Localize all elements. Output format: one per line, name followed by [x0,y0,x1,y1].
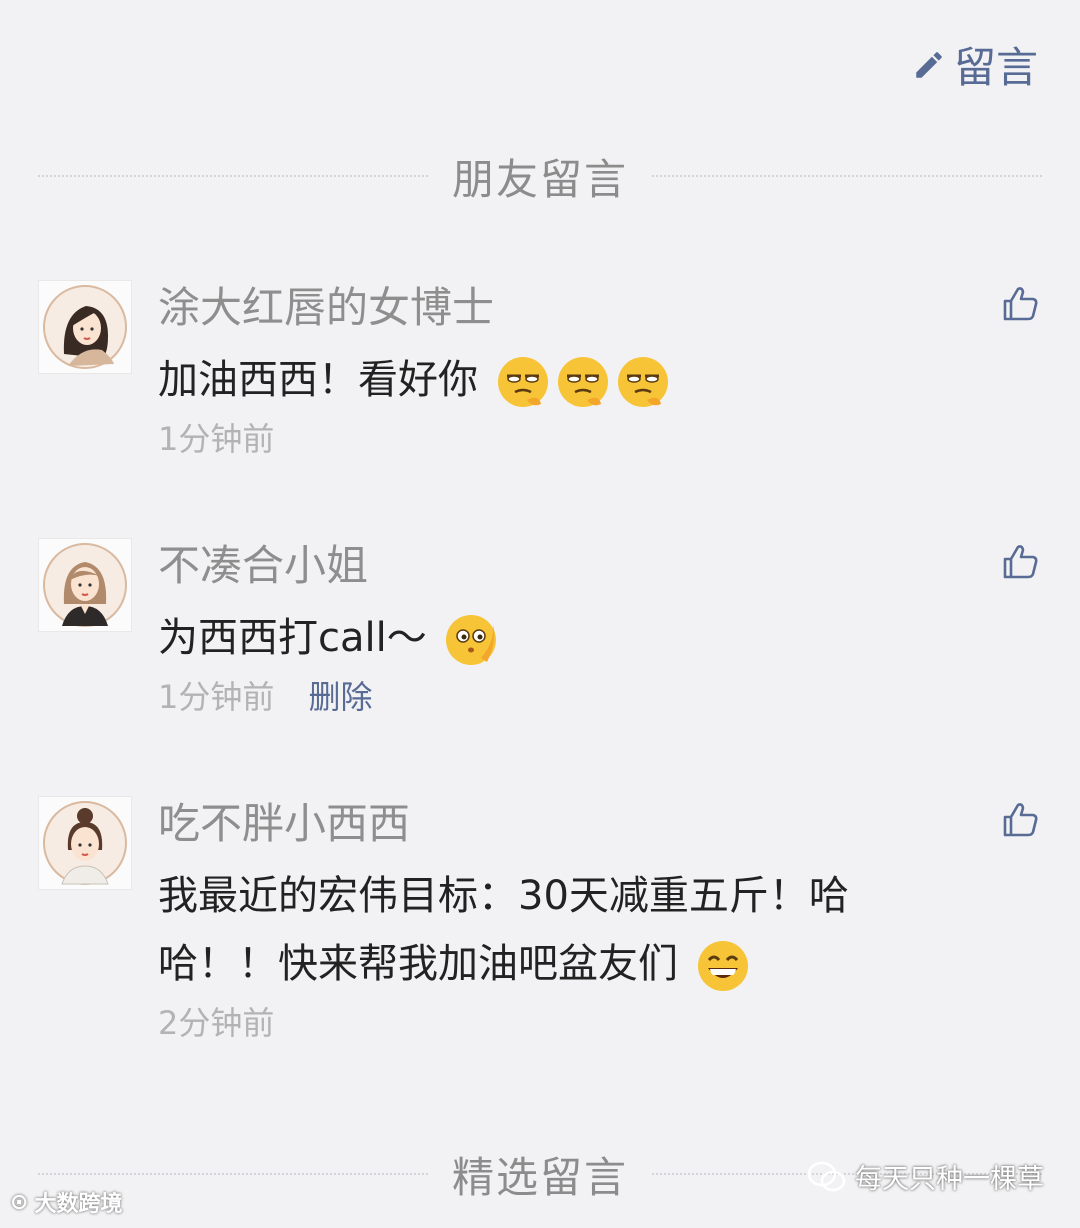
watermark-logo-icon: ⊙ [10,1189,29,1215]
comment-item: 涂大红唇的女博士 加油西西！看好你 1分钟前 [38,280,1042,460]
comment-nickname[interactable]: 不凑合小姐 [158,538,952,594]
thumbs-up-icon[interactable] [1000,800,1040,840]
comment-time: 1分钟前 [158,420,275,458]
user-avatar-image [43,285,127,369]
watermark-right: 每天只种一棵草 [807,1157,1044,1196]
user-avatar-image [43,801,127,885]
section-title: 朋友留言 [452,154,629,204]
thumbs-up-icon[interactable] [1000,542,1040,582]
comment-time: 1分钟前 [158,678,275,716]
pencil-icon [916,51,942,78]
comment-item: 不凑合小姐 为西西打call～ 1分钟前 删除 [38,538,1042,718]
comment-meta: 2分钟前 [158,998,952,1048]
watermark-left: ⊙ 大数跨境 [10,1189,123,1218]
comment-meta: 1分钟前 删除 [158,672,952,722]
curious-emoji-icon [446,615,497,665]
comment-meta: 1分钟前 [158,414,952,464]
grin-emoji-icon [697,941,748,991]
smirk-emoji-icon [557,357,608,407]
thumbs-up-icon[interactable] [1000,284,1040,324]
comment-text: 加油西西！看好你 [158,346,952,414]
comment-nickname[interactable]: 吃不胖小西西 [158,796,952,852]
wechat-icon [807,1161,846,1191]
avatar[interactable] [38,280,132,374]
delete-comment-link[interactable]: 删除 [309,678,373,716]
smirk-emoji-icon [497,357,548,407]
comment-nickname[interactable]: 涂大红唇的女博士 [158,280,952,336]
avatar[interactable] [38,796,132,890]
comment-item: 吃不胖小西西 我最近的宏伟目标：30天减重五斤！哈哈！！快来帮我加油吧盆友们 2… [38,796,1042,1046]
friends-comments-divider: 朋友留言 [38,146,1043,206]
comment-text: 我最近的宏伟目标：30天减重五斤！哈哈！！快来帮我加油吧盆友们 [158,862,952,998]
write-comment-label: 留言 [953,43,1038,92]
comments-page: 留言 朋友留言 涂大红唇的女博士 加油西西！看好你 1分钟前 不凑合小姐 为西西… [0,0,1080,1228]
avatar[interactable] [38,538,132,632]
smirk-emoji-icon [617,357,668,407]
user-avatar-image [43,543,127,627]
write-comment-link[interactable]: 留言 [912,34,1038,95]
comment-time: 2分钟前 [158,1004,275,1042]
section-title: 精选留言 [452,1152,629,1202]
comment-text: 为西西打call～ [158,604,952,672]
